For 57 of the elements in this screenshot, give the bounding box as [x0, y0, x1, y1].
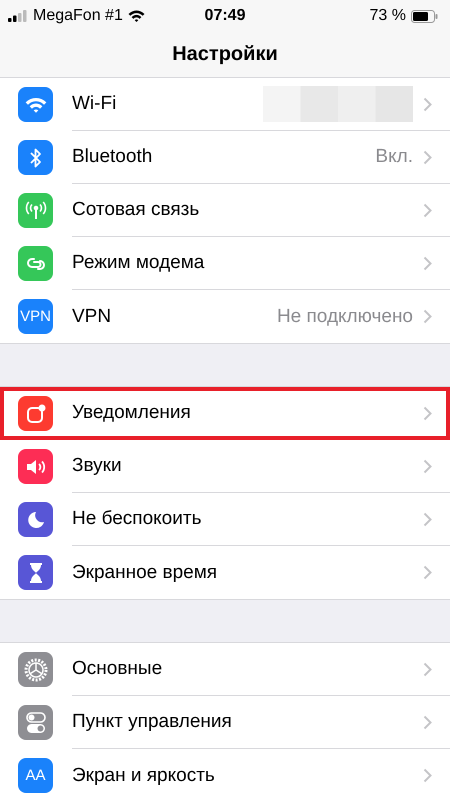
chevron-icon [423, 662, 432, 676]
icon-text: AA [25, 767, 46, 784]
row-value: Не подключено [276, 306, 413, 328]
chevron-icon [423, 150, 432, 164]
hourglass-icon [18, 555, 53, 590]
settings-row[interactable]: Основные [0, 643, 450, 696]
chevron-icon [423, 768, 432, 783]
toggles-icon [18, 705, 53, 740]
settings-row[interactable]: Не беспокоить [0, 493, 450, 546]
icon-text: VPN [20, 308, 51, 325]
row-label: Пункт управления [72, 711, 233, 733]
chevron-icon [423, 309, 432, 324]
battery-icon [411, 10, 438, 22]
row-label: Экран и яркость [72, 764, 216, 786]
row-value: Вкл. [375, 146, 413, 168]
settings-row[interactable]: Экранное время [0, 546, 450, 599]
row-label: Bluetooth [72, 146, 154, 168]
settings-row[interactable]: Звуки [0, 440, 450, 493]
row-label: VPN [72, 306, 112, 328]
settings-row[interactable]: Bluetooth Вкл. [0, 131, 450, 184]
bluetooth-icon [18, 140, 53, 175]
settings-row[interactable]: Пункт управления [0, 696, 450, 749]
clock-time: 07:49 [204, 7, 246, 25]
wifi-icon [128, 10, 145, 22]
chevron-icon [423, 565, 432, 580]
row-label: Экранное время [72, 562, 218, 584]
row-label: Режим модема [72, 252, 206, 274]
speaker-icon [18, 449, 53, 484]
chevron-icon [423, 458, 432, 474]
chevron-icon [423, 406, 432, 420]
row-label: Основные [72, 658, 164, 680]
signal-icon [8, 10, 28, 22]
chevron-icon [423, 202, 432, 218]
row-label: Звуки [72, 455, 123, 477]
notification-icon [18, 396, 53, 431]
chain-link-icon [18, 246, 53, 281]
settings-row[interactable]: AA Экран и яркость [0, 749, 450, 800]
carrier-name: MegaFon #1 [33, 7, 123, 25]
settings-row[interactable]: Wi-Fi [0, 78, 450, 131]
settings-row[interactable]: VPN VPN Не подключено [0, 290, 450, 343]
antenna-icon [18, 193, 53, 228]
chevron-icon [423, 96, 432, 112]
battery-percent: 73 % [370, 7, 406, 25]
moon-icon [18, 502, 53, 537]
settings-row[interactable]: Режим модема [0, 237, 450, 290]
row-label: Wi-Fi [72, 93, 118, 115]
chevron-icon [423, 256, 432, 270]
settings-row[interactable]: Уведомления [0, 387, 450, 440]
settings-row[interactable]: Сотовая связь [0, 184, 450, 237]
row-label: Не беспокоить [72, 508, 202, 530]
wifi-icon [18, 87, 53, 122]
chevron-icon [423, 714, 432, 730]
gear-icon [18, 652, 53, 687]
page-title: Настройки [172, 43, 278, 66]
chevron-icon [423, 512, 432, 526]
row-label: Уведомления [72, 402, 192, 424]
row-label: Сотовая связь [72, 199, 200, 221]
